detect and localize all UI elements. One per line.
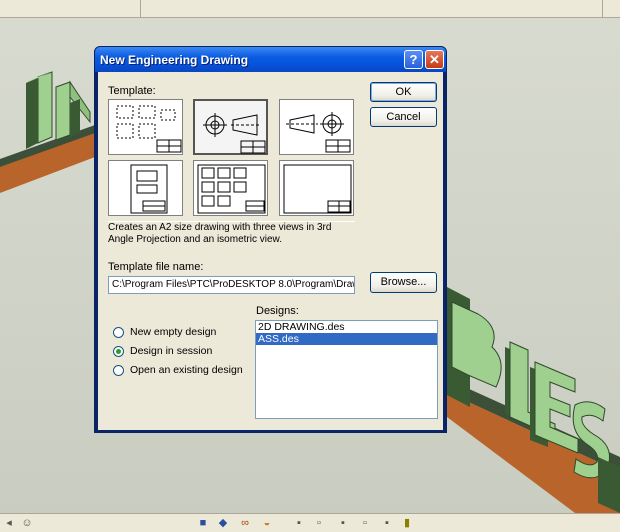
template-option-three-views-a2[interactable] — [193, 99, 268, 155]
radio-button[interactable] — [113, 327, 124, 338]
feature-icon-5[interactable]: ▪ — [380, 517, 394, 529]
template-preview — [130, 164, 168, 214]
loft-icon[interactable]: ◒ — [260, 517, 274, 529]
feature-icon-2[interactable]: ▫ — [312, 517, 326, 529]
list-item[interactable]: ASS.des — [256, 333, 437, 345]
status-bar: ◂ ☺ ■ ◆ ∞ ◒ ▪ ▫ ▪ ▫ ▪ ▮ — [0, 513, 620, 532]
app-toolbar — [0, 0, 620, 18]
template-preview — [116, 105, 182, 153]
toolbar-separator — [140, 0, 141, 17]
feature-icon-1[interactable]: ▪ — [292, 517, 306, 529]
designs-listbox[interactable]: 2D DRAWING.des ASS.des — [255, 320, 438, 419]
letter-n-side — [70, 99, 80, 137]
radio-button[interactable] — [113, 346, 124, 357]
cancel-button[interactable]: Cancel — [370, 107, 437, 127]
template-preview — [197, 164, 266, 214]
feature-icon-6[interactable]: ▮ — [400, 517, 414, 529]
letter-i — [37, 71, 53, 144]
template-option-blank[interactable] — [279, 160, 354, 216]
dialog-title: New Engineering Drawing — [100, 53, 249, 67]
designs-label: Designs: — [256, 305, 299, 317]
dialog-titlebar[interactable]: New Engineering Drawing ? ✕ — [95, 47, 446, 72]
radio-label: Design in session — [130, 345, 213, 357]
template-preview — [286, 112, 351, 153]
arrow-icon[interactable]: ◂ — [2, 517, 16, 529]
template-option-layout-rectangles[interactable] — [108, 99, 183, 155]
list-item[interactable]: 2D DRAWING.des — [256, 321, 437, 333]
dialog-body: Template: Creates an A2 size drawing wit… — [98, 72, 443, 430]
letter-n — [55, 81, 71, 141]
new-engineering-drawing-dialog: New Engineering Drawing ? ✕ Template: Cr… — [94, 46, 447, 433]
letter-i-side — [26, 77, 38, 149]
toolbar-separator — [602, 0, 603, 17]
radio-label: New empty design — [130, 326, 217, 338]
template-file-input[interactable]: C:\Program Files\PTC\ProDESKTOP 8.0\Prog… — [108, 276, 355, 294]
template-label: Template: — [108, 85, 156, 97]
template-file-label: Template file name: — [108, 261, 204, 273]
template-preview — [203, 113, 266, 154]
template-option-grid-views[interactable] — [193, 160, 268, 216]
close-icon[interactable]: ✕ — [425, 50, 444, 69]
base-slab-left — [0, 132, 95, 193]
sweep-icon[interactable]: ∞ — [238, 517, 252, 529]
template-description: Creates an A2 size drawing with three vi… — [108, 221, 355, 252]
revolve-icon[interactable]: ◆ — [216, 517, 230, 529]
help-icon[interactable]: ? — [404, 50, 423, 69]
smiley-icon[interactable]: ☺ — [20, 517, 34, 529]
radio-label: Open an existing design — [130, 364, 243, 376]
template-preview — [283, 164, 352, 214]
template-option-three-views-reverse[interactable] — [279, 99, 354, 155]
feature-icon-4[interactable]: ▫ — [358, 517, 372, 529]
browse-button[interactable]: Browse... — [370, 272, 437, 293]
extrude-icon[interactable]: ■ — [196, 517, 210, 529]
ok-button[interactable]: OK — [370, 82, 437, 102]
template-option-single-column[interactable] — [108, 160, 183, 216]
radio-button[interactable] — [113, 365, 124, 376]
feature-icon-3[interactable]: ▪ — [336, 517, 350, 529]
